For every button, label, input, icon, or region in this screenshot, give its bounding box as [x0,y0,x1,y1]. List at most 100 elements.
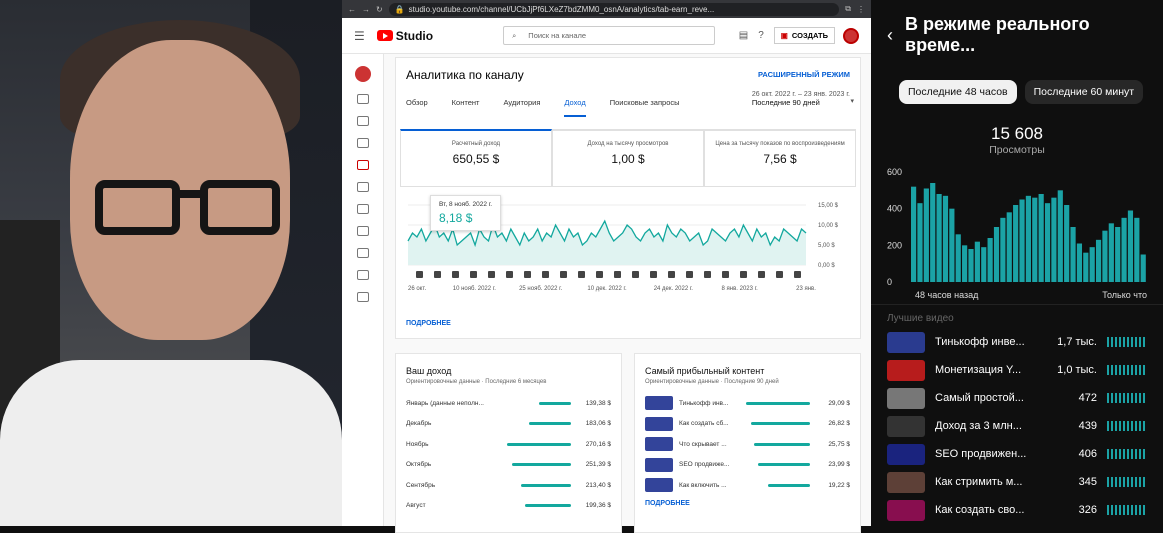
bar [1121,217,1127,282]
list-item[interactable]: Тинькофф инв... 29,09 $ [645,393,850,414]
tab-0[interactable]: Обзор [406,98,428,117]
reload-icon[interactable]: ↻ [376,5,383,14]
bar [1013,205,1019,282]
x-tick-label: 23 янв. [796,286,816,292]
playlists-icon[interactable] [356,138,369,148]
bar [1051,197,1057,282]
dashboard-icon[interactable] [356,94,369,104]
forward-icon[interactable]: → [362,5,370,14]
top-content-card: Самый прибыльный контент Ориентировочные… [634,353,861,533]
top-video-item[interactable]: Самый простой... 472 [871,384,1163,412]
top-video-item[interactable]: Как стримить м... 345 [871,468,1163,496]
video-marker [776,271,783,278]
more-link[interactable]: ПОДРОБНЕЕ [406,320,451,327]
income-title: Ваш доход [406,366,452,376]
chip-48h[interactable]: Последние 48 часов [899,80,1017,104]
list-item[interactable]: SEO продвиже... 23,99 $ [645,455,850,476]
menu-icon[interactable]: ⋮ [857,5,865,14]
video-title: Монетизация Y... [935,364,1022,376]
search-input[interactable]: ⌕ Поиск на канале [503,26,716,45]
messages-icon[interactable]: ▤ [739,30,748,41]
create-button[interactable]: ▣ СОЗДАТЬ [773,27,835,44]
metric-cpm[interactable]: Цена за тысячу показов по воспроизведени… [704,129,856,187]
metric-revenue[interactable]: Расчетный доход 650,55 $ [400,129,552,187]
y-tick-label: 400 [887,204,902,214]
comments-icon[interactable] [356,182,369,192]
realtime-bar-chart[interactable]: 600 400 200 0 48 часов назад Только что [871,164,1163,304]
analytics-main: Аналитика по каналу РАСШИРЕННЫЙ РЕЖИМ Об… [395,57,861,533]
list-item[interactable]: Что скрывает ... 25,75 $ [645,434,850,455]
video-thumbnail [645,478,673,493]
metric-label: Расчетный доход [451,141,501,147]
chip-60m[interactable]: Последние 60 минут [1024,80,1144,104]
analytics-icon[interactable] [356,160,369,170]
top-video-item[interactable]: Доход за 3 млн... 439 [871,412,1163,440]
video-marker [668,271,675,278]
monetization-icon[interactable] [356,248,369,258]
chart-tooltip: Вт, 8 нояб. 2022 г. 8,18 $ [430,195,502,231]
lock-icon: 🔒 [394,4,405,14]
back-icon[interactable]: ← [348,5,356,14]
row-bar-track [746,401,810,405]
list-item[interactable]: Как включить ... 19,22 $ [645,475,850,496]
sparkline [1107,337,1147,347]
video-marker [758,271,765,278]
video-thumbnail [887,499,925,521]
row-bar [751,422,810,426]
metric-value: 650,55 $ [452,152,500,166]
period-selector[interactable]: 26 окт. 2022 г. – 23 янв. 2023 г. Послед… [752,91,854,107]
video-title: Как создать сво... [935,504,1025,516]
row-bar-track [746,422,810,426]
row-bar [539,401,571,405]
subtitles-icon[interactable] [356,204,369,214]
top-video-item[interactable]: SEO продвижен... 406 [871,440,1163,468]
glasses-right [200,180,280,235]
video-thumbnail [887,471,925,493]
row-label: Январь (данные неполн... [406,399,484,407]
income-subtitle: Ориентировочные данные · Последние 6 мес… [406,379,547,385]
bar [1140,254,1146,282]
top-videos-list: Тинькофф инве... 1,7 тыс. Монетизация Y...… [871,328,1163,524]
bar [930,183,936,282]
tab-2[interactable]: Аудитория [503,98,540,117]
tab-1[interactable]: Контент [452,98,480,117]
row-value: 183,06 $ [585,420,611,428]
views-count: 15 608 [991,124,1043,143]
top-more-link[interactable]: ПОДРОБНЕЕ [645,500,850,507]
row-label: SEO продвиже... [679,461,730,469]
income-list: Январь (данные неполн... 139,38 $ Декабрь 1… [406,393,611,516]
top-video-item[interactable]: Тинькофф инве... 1,7 тыс. [871,328,1163,356]
advanced-mode-link[interactable]: РАСШИРЕННЫЙ РЕЖИМ [758,70,850,79]
customization-icon[interactable] [356,270,369,280]
video-marker [416,271,423,278]
bar [1000,217,1006,282]
copyright-icon[interactable] [356,226,369,236]
back-arrow-icon[interactable]: ‹ [887,25,893,46]
help-icon[interactable]: ? [758,30,764,41]
bar [942,195,949,282]
row-bar [753,442,810,446]
extensions-icon[interactable]: ⧉ [845,4,851,14]
studio-logo[interactable]: Studio [376,29,433,43]
list-item[interactable]: Как создать сб... 26,82 $ [645,414,850,435]
hamburger-icon[interactable]: ☰ [354,29,365,43]
row-label: Как включить ... [679,481,727,489]
x-label-right: Только что [1102,290,1147,300]
video-marker [632,271,639,278]
audio-library-icon[interactable] [356,292,369,302]
period-chips: Последние 48 часов Последние 60 минут [871,70,1163,104]
list-item: Январь (данные неполн... 139,38 $ [406,393,611,414]
y-tick-label: 0,00 $ [818,263,835,269]
row-value: 25,75 $ [828,440,850,448]
address-bar[interactable]: 🔒 studio.youtube.com/channel/UCbJjPf6LXe… [388,2,840,16]
content-icon[interactable] [356,116,369,126]
tab-4[interactable]: Поисковые запросы [610,98,680,117]
metric-rpm[interactable]: Доход на тысячу просмотров 1,00 $ [552,129,704,187]
top-video-item[interactable]: Как создать сво... 326 [871,496,1163,524]
tab-3[interactable]: Доход [564,98,586,117]
avatar[interactable] [843,27,859,44]
channel-avatar-icon[interactable] [354,66,371,82]
row-bar [528,422,571,426]
top-video-item[interactable]: Монетизация Y... 1,0 тыс. [871,356,1163,384]
row-bar-track [507,483,571,487]
